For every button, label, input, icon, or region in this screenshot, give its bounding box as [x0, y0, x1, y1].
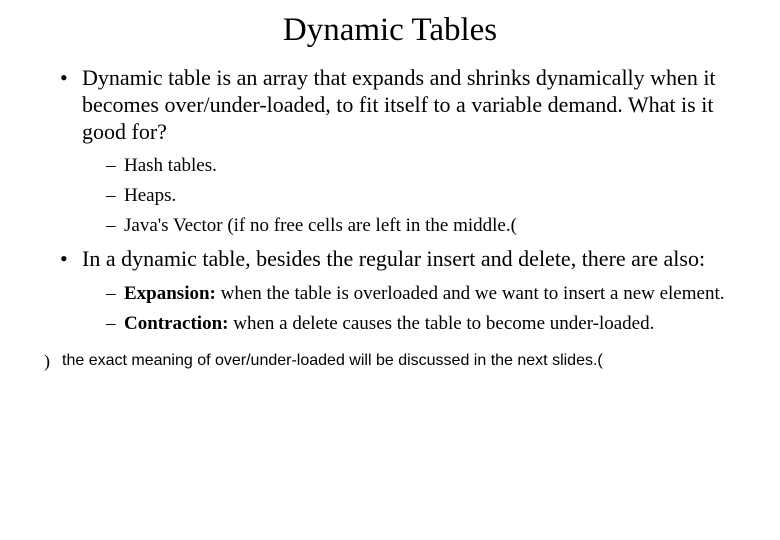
bullet-1: Dynamic table is an array that expands a…	[60, 65, 750, 238]
footnote: the exact meaning of over/under-loaded w…	[30, 351, 750, 370]
bullet-2: In a dynamic table, besides the regular …	[60, 246, 750, 336]
bullet-1-sublist: Hash tables. Heaps. Java's Vector (if no…	[82, 153, 750, 238]
bullet-1-text: Dynamic table is an array that expands a…	[82, 65, 716, 144]
bullet-2b: Contraction: when a delete causes the ta…	[106, 311, 750, 337]
bullet-2b-rest: when a delete causes the table to become…	[228, 313, 654, 334]
slide-title: Dynamic Tables	[30, 12, 750, 49]
bullet-1b: Heaps.	[106, 183, 750, 209]
bullet-2a-rest: when the table is overloaded and we want…	[216, 283, 725, 304]
bullet-2a-label: Expansion:	[124, 283, 216, 304]
bullet-1a: Hash tables.	[106, 153, 750, 179]
bullet-2a: Expansion: when the table is overloaded …	[106, 281, 750, 307]
bullet-2-text: In a dynamic table, besides the regular …	[82, 246, 705, 271]
bullet-1c: Java's Vector (if no free cells are left…	[106, 213, 750, 239]
slide: Dynamic Tables Dynamic table is an array…	[0, 0, 780, 540]
bullet-2-sublist: Expansion: when the table is overloaded …	[82, 281, 750, 336]
bullet-list: Dynamic table is an array that expands a…	[30, 65, 750, 337]
bullet-2b-label: Contraction:	[124, 313, 228, 334]
